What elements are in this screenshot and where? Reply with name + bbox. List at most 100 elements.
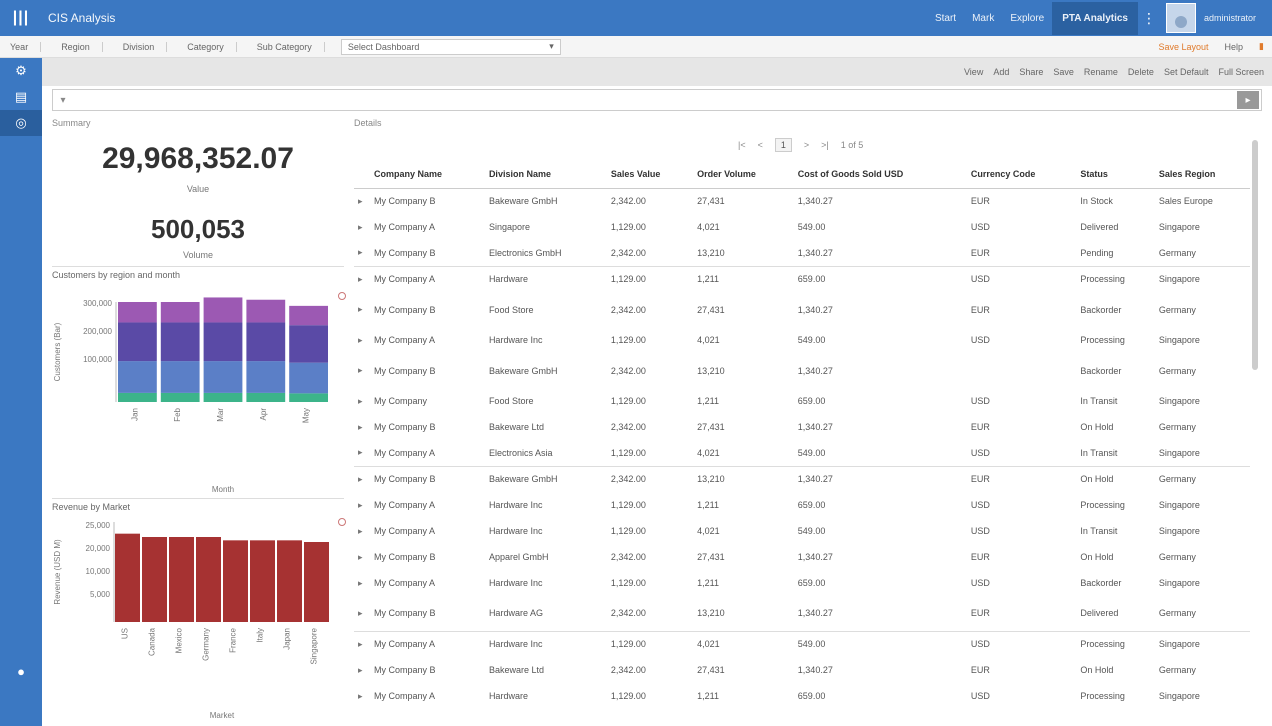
app-launcher-icon[interactable]: ||| bbox=[0, 0, 42, 36]
table-cell: 2,342.00 bbox=[610, 365, 646, 376]
table-cell: 1,340.27 bbox=[797, 304, 833, 315]
table-cell: EUR bbox=[970, 247, 990, 258]
table-row[interactable]: ▸ My Company Food Store 1,129.00 1,211 659.00… bbox=[354, 388, 1250, 414]
table-cell: Bakeware GmbH bbox=[482, 465, 605, 492]
expand-row-icon[interactable]: ▸ bbox=[354, 388, 368, 414]
avatar[interactable] bbox=[1166, 3, 1196, 33]
expand-row-icon[interactable]: ▸ bbox=[354, 353, 368, 388]
settings-icon[interactable]: ⚙ bbox=[0, 58, 42, 84]
pager-current[interactable]: 1 bbox=[774, 138, 792, 152]
toolbar-save[interactable]: Save bbox=[1053, 67, 1074, 77]
toolbar-full-screen[interactable]: Full Screen bbox=[1218, 67, 1264, 77]
table-row[interactable]: ▸ My Company B Bakeware GmbH 2,342.00 13,210… bbox=[354, 465, 1250, 492]
search-input[interactable] bbox=[73, 91, 1237, 109]
user-name[interactable]: administrator bbox=[1204, 13, 1264, 23]
expand-row-icon[interactable]: ▸ bbox=[354, 570, 368, 596]
table-row[interactable]: ▸ My Company B Food Store 2,342.00 27,431 1,3… bbox=[354, 292, 1250, 327]
pager-last[interactable]: >| bbox=[821, 140, 829, 150]
table-row[interactable]: ▸ My Company B Bakeware GmbH 2,342.00 13,210… bbox=[354, 353, 1250, 388]
more-menu-icon[interactable]: ⋮ bbox=[1138, 10, 1160, 27]
table-row[interactable]: ▸ My Company B Bakeware GmbH 2,342.00 27,431… bbox=[354, 188, 1250, 214]
table-cell: Singapore bbox=[1158, 335, 1200, 345]
pager-first[interactable]: |< bbox=[738, 140, 746, 150]
toolbar-delete[interactable]: Delete bbox=[1128, 67, 1154, 77]
dashboard-select[interactable]: Select Dashboard ▾ bbox=[340, 38, 561, 55]
expand-row-icon[interactable]: ▸ bbox=[354, 518, 368, 544]
nav-explore[interactable]: Explore bbox=[1010, 13, 1044, 24]
dashboard-icon[interactable]: ◎ bbox=[0, 110, 42, 136]
table-row[interactable]: ▸ My Company B Electronics GmbH 2,342.00 13,… bbox=[354, 240, 1250, 266]
expand-row-icon[interactable]: ▸ bbox=[354, 683, 368, 709]
x-tick-label: May bbox=[302, 408, 311, 423]
table-row[interactable]: ▸ My Company B Apparel GmbH 2,342.00 27,431 1… bbox=[354, 544, 1250, 570]
expand-row-icon[interactable]: ▸ bbox=[354, 492, 368, 518]
expand-row-icon[interactable]: ▸ bbox=[354, 327, 368, 353]
pager-prev[interactable]: < bbox=[758, 140, 763, 150]
table-row[interactable]: ▸ My Company B Bakeware Ltd 2,342.00 27,431 1… bbox=[354, 414, 1250, 440]
filter-region[interactable]: Region bbox=[61, 41, 103, 52]
col-order-volume[interactable]: Order Volume bbox=[691, 160, 792, 189]
table-row[interactable]: ▸ My Company B Bakeware Ltd 2,342.00 27,431 1… bbox=[354, 657, 1250, 683]
table-row[interactable]: ▸ My Company A Singapore 1,129.00 4,021 549.0… bbox=[354, 214, 1250, 240]
toolbar-add[interactable]: Add bbox=[993, 67, 1009, 77]
table-cell: 27,431 bbox=[697, 422, 725, 432]
filter-year[interactable]: Year bbox=[10, 41, 42, 52]
chevron-down-icon: ▾ bbox=[549, 41, 554, 51]
expand-row-icon[interactable]: ▸ bbox=[354, 240, 368, 266]
expand-row-icon[interactable]: ▸ bbox=[354, 440, 368, 466]
x-tick-label: Germany bbox=[202, 628, 211, 661]
filter-subcategory[interactable]: Sub Category bbox=[257, 41, 325, 52]
toolbar-share[interactable]: Share bbox=[1019, 67, 1043, 77]
table-row[interactable]: ▸ My Company A Hardware Inc 1,129.00 1,211 65… bbox=[354, 570, 1250, 596]
table-cell: My Company B bbox=[374, 365, 436, 376]
table-row[interactable]: ▸ My Company A Hardware Inc 1,129.00 4,021 54… bbox=[354, 630, 1250, 657]
expand-row-icon[interactable]: ▸ bbox=[354, 414, 368, 440]
col-division-name[interactable]: Division Name bbox=[482, 160, 605, 189]
nav-mark[interactable]: Mark bbox=[972, 13, 994, 24]
expand-row-icon[interactable]: ▸ bbox=[354, 544, 368, 570]
expand-row-icon[interactable]: ▸ bbox=[354, 657, 368, 683]
expand-row-icon[interactable]: ▸ bbox=[354, 188, 368, 214]
table-cell: Germany bbox=[1152, 465, 1250, 492]
col-company-name[interactable]: Company Name bbox=[368, 160, 483, 189]
expand-row-icon[interactable]: ▸ bbox=[354, 630, 368, 657]
table-row[interactable]: ▸ My Company A Electronics Asia 1,129.00 4,0… bbox=[354, 440, 1250, 466]
filter-division[interactable]: Division bbox=[123, 41, 168, 52]
toolbar-view[interactable]: View bbox=[964, 67, 983, 77]
table-cell: 659.00 bbox=[797, 578, 826, 588]
table-row[interactable]: ▸ My Company A Hardware Inc 1,129.00 4,021 54… bbox=[354, 518, 1250, 544]
expand-row-icon[interactable]: ▸ bbox=[354, 214, 368, 240]
table-row[interactable]: ▸ My Company A Hardware 1,129.00 1,211 659.00… bbox=[354, 683, 1250, 709]
col-status[interactable]: Status bbox=[1074, 160, 1153, 189]
save-layout-button[interactable]: Save Layout bbox=[1158, 42, 1208, 52]
table-row[interactable]: ▸ My Company B Hardware AG 2,342.00 13,210 1,… bbox=[354, 596, 1250, 631]
toolbar-rename[interactable]: Rename bbox=[1084, 67, 1118, 77]
toolbar-set-default[interactable]: Set Default bbox=[1164, 67, 1209, 77]
table-row[interactable]: ▸ My Company A Hardware Inc 1,129.00 1,211 65… bbox=[354, 492, 1250, 518]
expand-row-icon[interactable]: ▸ bbox=[354, 596, 368, 631]
table-scrollbar[interactable] bbox=[1252, 140, 1258, 370]
nav-start[interactable]: Start bbox=[935, 13, 956, 24]
table-cell: 1,340.27 bbox=[797, 365, 833, 376]
pager-next[interactable]: > bbox=[804, 140, 809, 150]
col-currency[interactable]: Currency Code bbox=[964, 160, 1075, 189]
col-sales-value[interactable]: Sales Value bbox=[604, 160, 692, 189]
filter-category[interactable]: Category bbox=[187, 41, 237, 52]
table-row[interactable]: ▸ My Company A Hardware 1,129.00 1,211 659.00… bbox=[354, 265, 1250, 292]
col-sales-region[interactable]: Sales Region bbox=[1152, 160, 1250, 189]
expand-row-icon[interactable]: ▸ bbox=[354, 465, 368, 492]
table-row[interactable]: ▸ My Company A Hardware Inc 1,129.00 4,021 54… bbox=[354, 327, 1250, 353]
table-cell: 659.00 bbox=[797, 691, 826, 701]
expand-icon[interactable]: ▾ bbox=[53, 95, 73, 106]
chart-icon[interactable]: ▤ bbox=[0, 84, 42, 110]
table-cell: 1,129.00 bbox=[610, 500, 646, 510]
nav-pta-analytics[interactable]: PTA Analytics bbox=[1052, 1, 1138, 35]
expand-row-icon[interactable]: ▸ bbox=[354, 265, 368, 292]
table-cell: 2,342.00 bbox=[610, 608, 646, 619]
bookmark-icon[interactable]: ▮ bbox=[1259, 41, 1264, 52]
help-link[interactable]: Help bbox=[1225, 42, 1244, 52]
help-icon[interactable]: ● bbox=[0, 658, 42, 684]
col-cogs[interactable]: Cost of Goods Sold USD bbox=[791, 160, 965, 189]
search-button[interactable]: ▸ bbox=[1237, 91, 1259, 109]
expand-row-icon[interactable]: ▸ bbox=[354, 292, 368, 327]
